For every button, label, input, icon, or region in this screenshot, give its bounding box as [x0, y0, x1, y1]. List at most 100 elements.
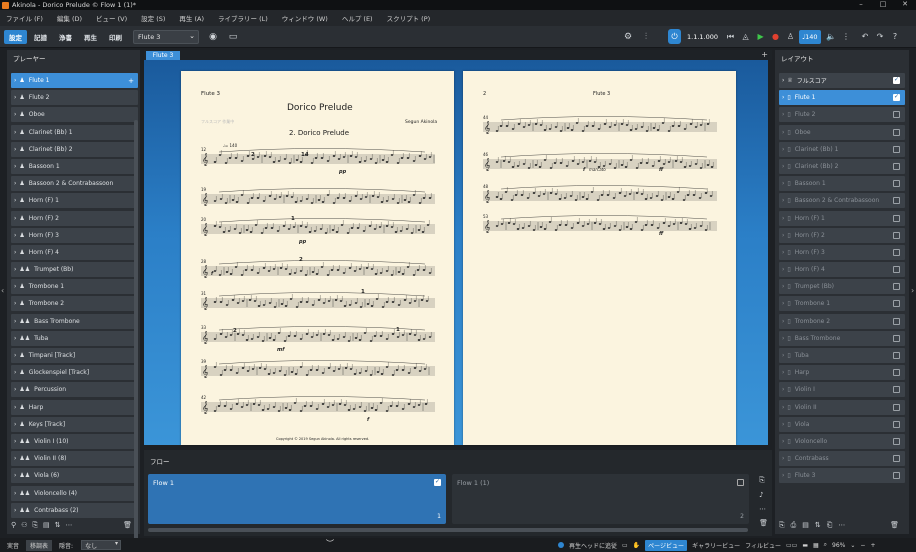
layout-row[interactable]: › ♕ フルスコア	[779, 73, 905, 88]
player-row[interactable]: › ♟ Clarinet (Bb) 1	[11, 124, 138, 140]
layout-row[interactable]: › ▯ Flute 3	[779, 468, 905, 484]
chevron-right-icon[interactable]: ›	[782, 94, 784, 101]
player-row[interactable]: › ♟ Flute 2	[11, 90, 138, 106]
click-icon[interactable]: ♙	[784, 29, 797, 44]
chevron-right-icon[interactable]: ›	[14, 404, 16, 411]
player-row[interactable]: › ♟ Trombone 1	[11, 279, 138, 295]
player-row[interactable]: › ♟ Clarinet (Bb) 2	[11, 141, 138, 157]
chevron-right-icon[interactable]: ›	[14, 94, 16, 101]
page-view-button[interactable]: ページビュー	[645, 539, 688, 551]
layout-checkbox[interactable]	[893, 437, 900, 445]
player-row[interactable]: › ♟♟ Viola (6)	[11, 468, 138, 484]
add-instrument-icon[interactable]: +	[128, 77, 134, 85]
chevron-right-icon[interactable]: ›	[14, 507, 16, 514]
add-tab-icon[interactable]: +	[761, 50, 768, 59]
add-custom-score-icon[interactable]: ▤	[802, 521, 809, 529]
page-arrangement-3-icon[interactable]: ▦	[813, 542, 819, 549]
menu-library[interactable]: ライブラリー (L)	[218, 13, 268, 23]
layout-checkbox[interactable]	[893, 300, 900, 308]
duplicate-layout-icon[interactable]: ⎗	[827, 521, 833, 530]
zoom-out-icon[interactable]: −	[860, 542, 865, 549]
layout-row[interactable]: › ▯ Trombone 1	[779, 296, 905, 312]
chevron-right-icon[interactable]: ›	[782, 232, 784, 239]
layout-row[interactable]: › ▯ Bass Trombone	[779, 330, 905, 346]
player-row[interactable]: › ♟ Trombone 2	[11, 296, 138, 312]
player-row[interactable]: › ♟ Bassoon 2 & Contrabassoon	[11, 176, 138, 192]
layout-checkbox[interactable]	[893, 76, 900, 84]
chevron-right-icon[interactable]: ›	[14, 386, 16, 393]
chevron-right-icon[interactable]: ›	[14, 369, 16, 376]
add-section-player-icon[interactable]: ⚇	[21, 521, 27, 529]
redo-icon[interactable]: ↷	[874, 29, 887, 44]
chevron-right-icon[interactable]: ›	[782, 318, 784, 325]
chevron-right-icon[interactable]: ›	[14, 249, 16, 256]
record-icon[interactable]: ●	[769, 29, 782, 44]
mode-setup-tab[interactable]: 設定	[4, 30, 27, 44]
player-row[interactable]: › ♟ Harp	[11, 399, 138, 415]
layout-checkbox[interactable]	[893, 283, 900, 291]
menu-play[interactable]: 再生 (A)	[179, 13, 204, 23]
more-icon[interactable]: ⋮	[840, 29, 853, 44]
player-row[interactable]: › ♟ Horn (F) 3	[11, 227, 138, 243]
layout-row[interactable]: › ▯ Violoncello	[779, 433, 905, 449]
chevron-right-icon[interactable]: ›	[14, 335, 16, 342]
mode-engrave-tab[interactable]: 浄書	[54, 30, 77, 44]
mode-write-tab[interactable]: 記譜	[29, 30, 52, 44]
chevron-right-icon[interactable]: ›	[14, 146, 16, 153]
layout-checkbox[interactable]	[893, 145, 900, 153]
page-arrangement-icon[interactable]: ▭▭	[786, 542, 797, 549]
player-row[interactable]: › ♟ Flute 1 +	[11, 73, 138, 88]
layout-row[interactable]: › ▯ Contrabass	[779, 451, 905, 467]
menu-script[interactable]: スクリプト (P)	[387, 13, 431, 23]
score-page-2[interactable]: 𝄞 𝄞 𝄞 𝄞 2 Flute 3 marcato 44 46 48 53 f ff ff	[463, 71, 736, 445]
player-row[interactable]: › ♟ Timpani [Track]	[11, 348, 138, 363]
chevron-right-icon[interactable]: ›	[14, 455, 16, 462]
collapse-right-icon[interactable]: ›	[911, 286, 914, 295]
menu-settings[interactable]: 設定 (S)	[141, 13, 165, 23]
close-button[interactable]: ✕	[894, 0, 916, 8]
layout-checkbox[interactable]	[893, 111, 900, 119]
chevron-right-icon[interactable]: ›	[782, 146, 784, 153]
page-arrangement-2-icon[interactable]: ▬	[802, 542, 808, 549]
zoom-dropdown-icon[interactable]: ⌄	[850, 542, 855, 549]
layout-row[interactable]: › ▯ Horn (F) 2	[779, 227, 905, 243]
chevron-right-icon[interactable]: ›	[782, 215, 784, 222]
layout-row[interactable]: › ▯ Harp	[779, 365, 905, 381]
chevron-right-icon[interactable]: ›	[782, 249, 784, 256]
layout-row[interactable]: › ▯ Clarinet (Bb) 1	[779, 141, 905, 157]
player-row[interactable]: › ♟ Horn (F) 2	[11, 210, 138, 226]
layout-checkbox[interactable]	[893, 128, 900, 136]
more-options-icon[interactable]: ⋯	[66, 521, 73, 529]
player-row[interactable]: › ♟ Keys [Track]	[11, 416, 138, 432]
player-row[interactable]: › ♟ Horn (F) 4	[11, 244, 138, 260]
chevron-right-icon[interactable]: ›	[14, 77, 16, 84]
menu-window[interactable]: ウィンドウ (W)	[282, 13, 328, 23]
layout-checkbox[interactable]	[893, 403, 900, 411]
layout-checkbox[interactable]	[893, 197, 900, 205]
player-row[interactable]: › ♟♟ Trumpet (Bb)	[11, 262, 138, 278]
chevron-right-icon[interactable]: ›	[14, 300, 16, 307]
play-icon[interactable]: ▶	[754, 29, 767, 44]
mode-play-tab[interactable]: 再生	[79, 30, 102, 44]
layout-row[interactable]: › ▯ Tuba	[779, 348, 905, 363]
hand-tool-icon[interactable]: ✋	[633, 542, 640, 549]
chevron-right-icon[interactable]: ›	[782, 197, 784, 204]
layout-checkbox[interactable]	[893, 420, 900, 428]
chevron-right-icon[interactable]: ›	[14, 111, 16, 118]
flow-card-2[interactable]: Flow 1 (1) 2	[452, 474, 749, 524]
player-row[interactable]: › ♟♟ Violoncello (4)	[11, 485, 138, 501]
layout-checkbox[interactable]	[893, 472, 900, 480]
player-row[interactable]: › ♟ Bassoon 1	[11, 158, 138, 174]
menu-view[interactable]: ビュー (V)	[96, 13, 127, 23]
add-part-layout-icon[interactable]: ⎙	[791, 521, 797, 530]
layout-trash-icon[interactable]: 🗑	[890, 521, 899, 529]
player-row[interactable]: › ♟♟ Percussion	[11, 382, 138, 398]
flows-scrollbar[interactable]	[148, 528, 748, 532]
flow-card-2-checkbox[interactable]	[737, 479, 744, 486]
chevron-right-icon[interactable]: ›	[14, 352, 16, 359]
layout-row[interactable]: › ▯ Flute 2	[779, 107, 905, 123]
panel-toggle-icon[interactable]: ︶	[326, 538, 334, 549]
layout-row[interactable]: › ▯ Trombone 2	[779, 313, 905, 329]
layout-checkbox[interactable]	[893, 231, 900, 239]
follow-playhead-toggle[interactable]	[558, 542, 564, 548]
